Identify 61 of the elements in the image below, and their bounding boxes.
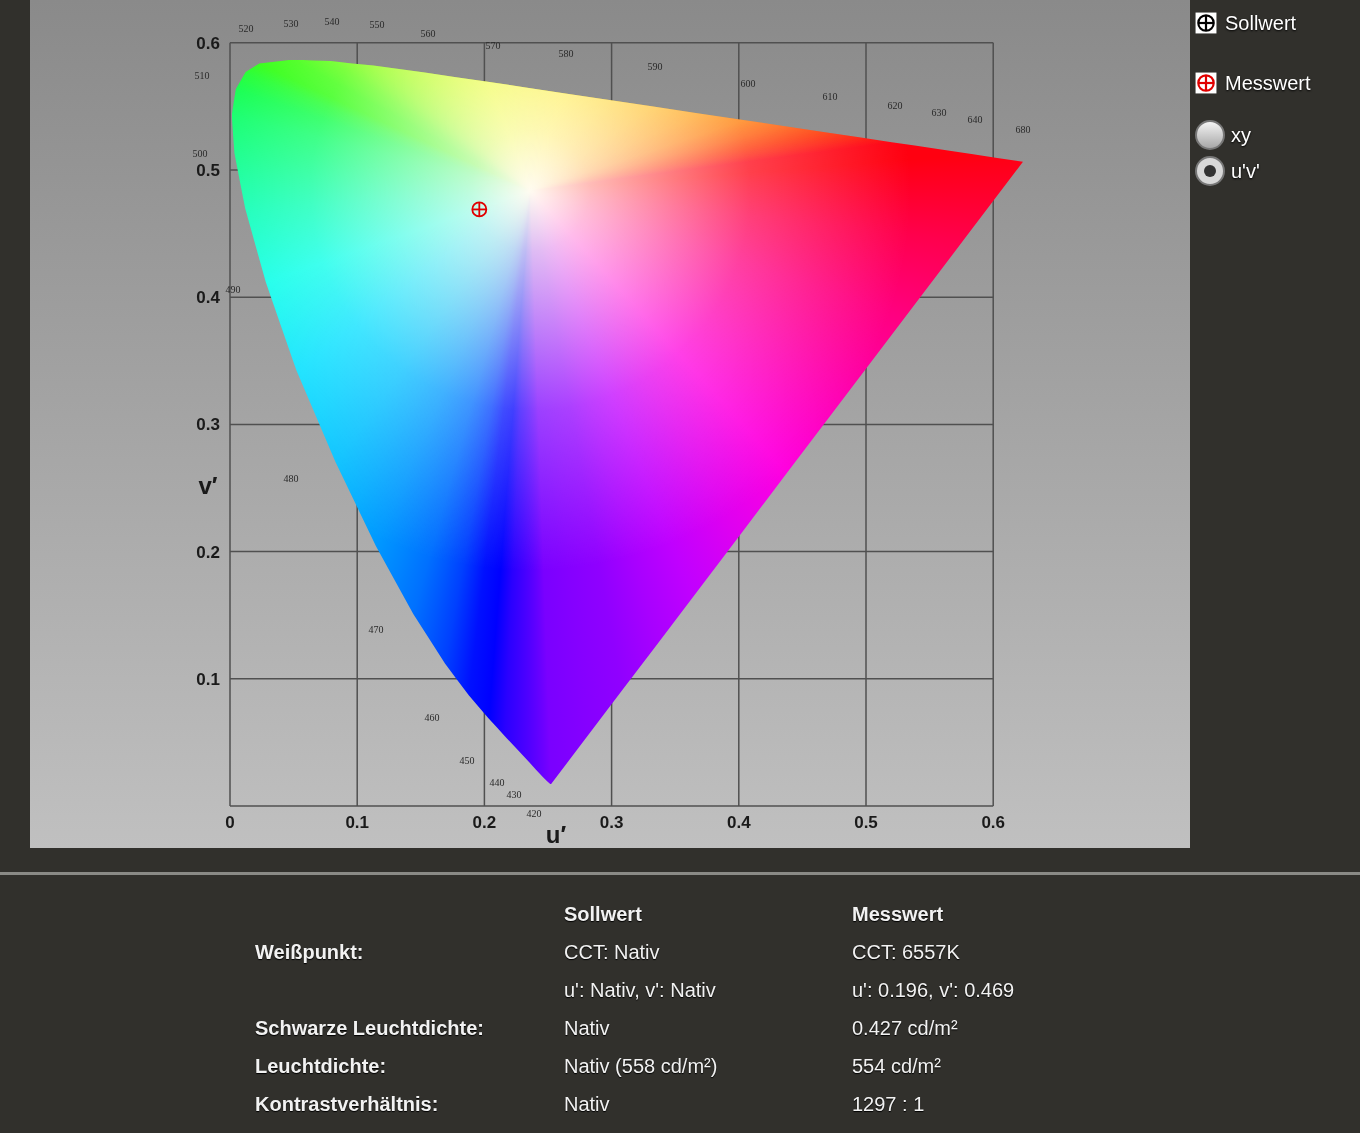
x-tick-label: 0.5 — [854, 813, 878, 832]
wavelength-label: 570 — [485, 40, 501, 52]
wavelength-label: 450 — [459, 755, 475, 767]
wavelength-label: 480 — [283, 473, 299, 485]
x-axis-label: u′ — [545, 821, 567, 848]
wavelength-label: 440 — [489, 777, 505, 789]
wavelength-label: 590 — [647, 61, 663, 73]
column-header: Sollwert — [564, 902, 643, 927]
radio-icon — [1195, 120, 1225, 150]
y-tick-label: 0.2 — [196, 542, 220, 562]
column-header: Messwert — [852, 902, 945, 927]
x-tick-label: 0.1 — [345, 813, 369, 832]
wavelength-label: 630 — [931, 107, 947, 119]
wavelength-label: 540 — [324, 16, 340, 28]
row-label: Weißpunkt: — [255, 940, 365, 965]
y-tick-label: 0.5 — [196, 161, 220, 180]
measured-value: 554 cd/m² — [852, 1054, 942, 1079]
target-value: Nativ — [564, 1092, 611, 1117]
row-label: Schwarze Leuchtdichte: — [255, 1016, 485, 1041]
wavelength-label: 680 — [1015, 124, 1031, 136]
target-value: Nativ — [564, 1016, 611, 1041]
wavelength-label: 420 — [526, 808, 542, 820]
wavelength-label: 620 — [887, 100, 903, 112]
y-tick-label: 0.1 — [196, 669, 220, 689]
wavelength-label: 610 — [822, 91, 838, 103]
measured-value: u': 0.196, v': 0.469 — [852, 978, 1016, 1003]
row-label: Kontrastverhältnis: — [255, 1092, 440, 1117]
legend-label: Messwert — [1225, 71, 1311, 96]
y-tick-label: 0.6 — [196, 33, 220, 53]
wavelength-label: 470 — [368, 624, 384, 636]
measured-value: 0.427 cd/m² — [852, 1016, 959, 1041]
target-value: CCT: Nativ — [564, 940, 661, 965]
wavelength-label: 490 — [225, 284, 241, 296]
wavelength-label: 580 — [558, 48, 574, 60]
measured-value: CCT: 6557K — [852, 940, 961, 965]
wavelength-label: 640 — [967, 114, 983, 126]
wavelength-label: 520 — [238, 23, 254, 35]
y-tick-label: 0.3 — [196, 415, 220, 435]
coordinate-mode-radio[interactable]: u'v' — [1195, 156, 1311, 186]
x-tick-label: 0.6 — [981, 813, 1005, 832]
target-value: Nativ (558 cd/m²) — [564, 1054, 719, 1079]
measured-value: 1297 : 1 — [852, 1092, 926, 1117]
row-label: Leuchtdichte: — [255, 1054, 388, 1079]
wavelength-label: 600 — [740, 78, 756, 90]
y-axis-label: v′ — [198, 472, 218, 499]
x-tick-label: 0 — [225, 813, 235, 832]
wavelength-label: 550 — [369, 19, 385, 31]
x-tick-label: 0.3 — [599, 813, 624, 832]
wavelength-label: 510 — [194, 70, 210, 82]
wavelength-label: 460 — [424, 712, 440, 724]
y-tick-label: 0.4 — [196, 288, 220, 308]
coordinate-mode-radio[interactable]: xy — [1195, 120, 1311, 150]
legend-label: Sollwert — [1225, 11, 1297, 36]
wavelength-label: 430 — [506, 789, 522, 801]
wavelength-label: 560 — [420, 28, 436, 40]
x-tick-label: 0.2 — [472, 813, 497, 832]
wavelength-label: 530 — [283, 18, 299, 30]
radio-icon — [1195, 156, 1225, 186]
target-value: u': Nativ, v': Nativ — [564, 978, 717, 1003]
wavelength-label: 500 — [192, 148, 208, 160]
x-tick-label: 0.4 — [727, 813, 751, 832]
